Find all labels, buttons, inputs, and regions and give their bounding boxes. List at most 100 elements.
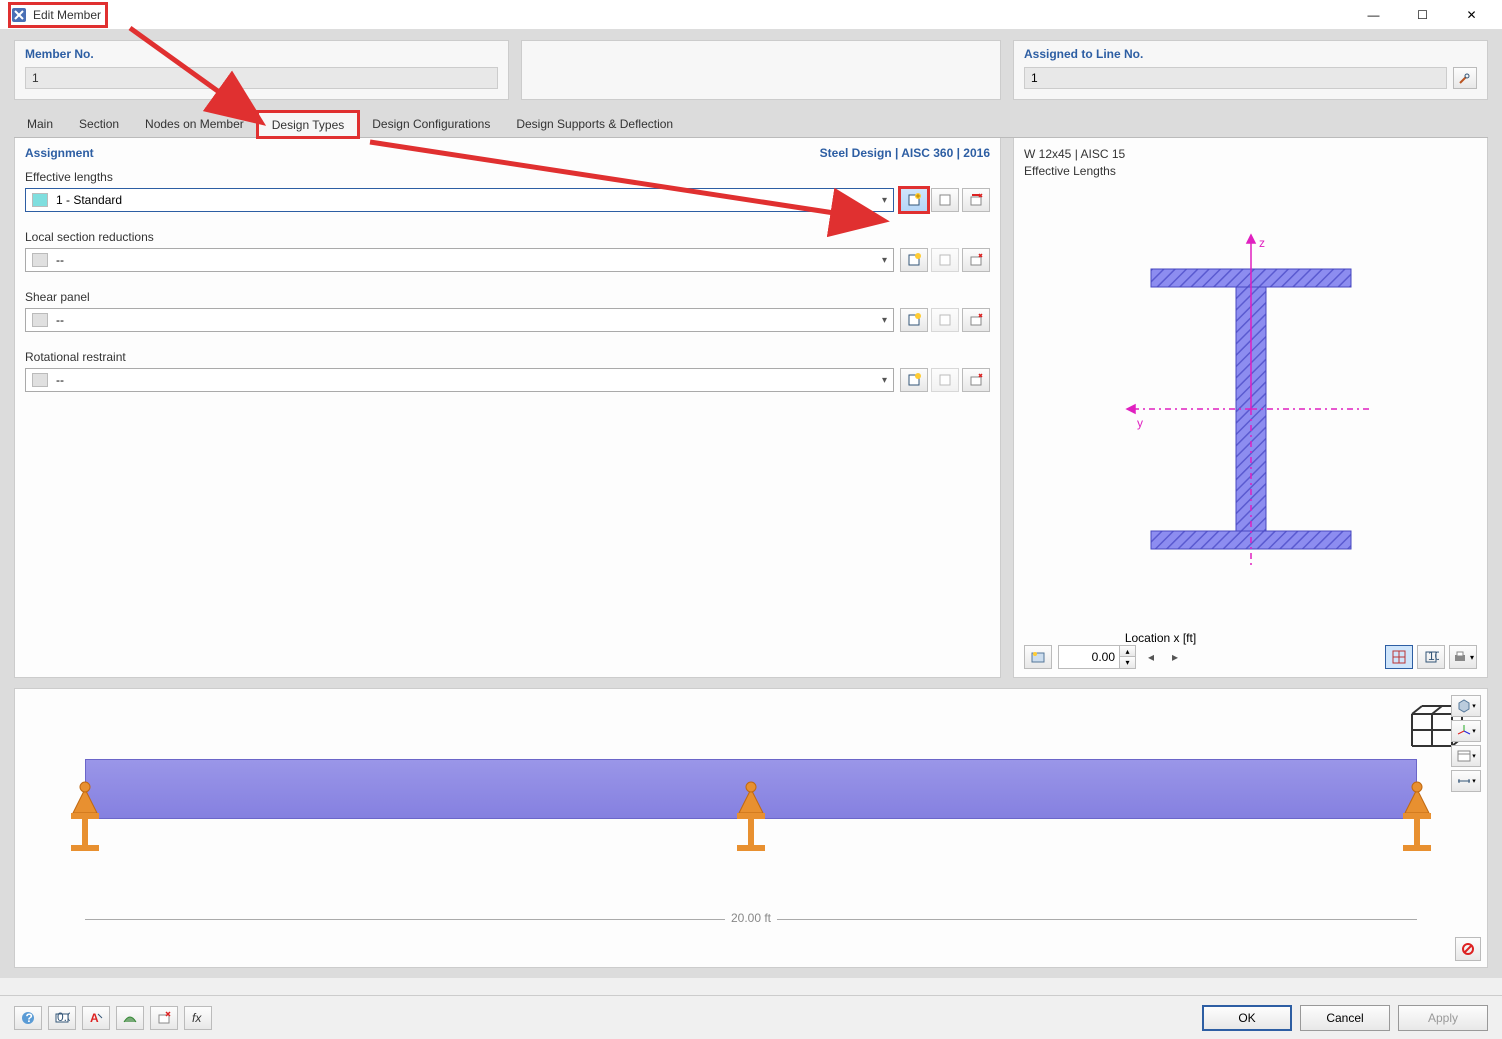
- view3d-display-button[interactable]: ▾: [1451, 745, 1481, 767]
- local-section-reductions-value: --: [56, 253, 64, 267]
- chevron-down-icon: ▾: [882, 255, 887, 266]
- shear-panel-value: --: [56, 313, 64, 327]
- shade-button[interactable]: [116, 1006, 144, 1030]
- assigned-input[interactable]: [1024, 67, 1447, 89]
- titlebar: Edit Member — ☐ ✕: [0, 0, 1502, 30]
- color-swatch-icon: [32, 253, 48, 267]
- ok-button[interactable]: OK: [1202, 1005, 1292, 1031]
- view3d-toolbar: ▾ ▾ ▾ ▾: [1451, 695, 1481, 792]
- field-effective-lengths: Effective lengths 1 - Standard ▾: [25, 170, 990, 212]
- tab-design-config[interactable]: Design Configurations: [359, 110, 503, 137]
- field-local-section-reductions: Local section reductions -- ▾: [25, 230, 990, 272]
- units-button[interactable]: 0.00: [48, 1006, 76, 1030]
- view-mode-2-button[interactable]: 100: [1417, 645, 1445, 669]
- section-subtitle: Effective Lengths: [1024, 163, 1477, 180]
- view-mode-1-button[interactable]: [1385, 645, 1413, 669]
- location-spinner[interactable]: ▴▾: [1058, 645, 1136, 669]
- chevron-down-icon: ▾: [882, 195, 887, 206]
- delete-shear-panel-button[interactable]: [962, 308, 990, 332]
- tab-design-supports[interactable]: Design Supports & Deflection: [503, 110, 686, 137]
- bottom-bar: ? 0.00 A fx OK Cancel Apply: [0, 995, 1502, 1039]
- dimension-text: 20.00 ft: [725, 911, 777, 925]
- location-prev-button[interactable]: ◂: [1142, 645, 1160, 669]
- pick-line-button[interactable]: [1453, 67, 1477, 89]
- section-canvas: z y: [1024, 188, 1477, 631]
- field-shear-panel: Shear panel -- ▾: [25, 290, 990, 332]
- shear-panel-label: Shear panel: [25, 290, 990, 304]
- delete-rotational-restraint-button[interactable]: [962, 368, 990, 392]
- header-blank-panel: [521, 40, 1001, 100]
- view3d-panel[interactable]: 20.00 ft ▾ ▾ ▾ ▾: [14, 688, 1488, 968]
- tab-main[interactable]: Main: [14, 110, 66, 137]
- effective-lengths-dropdown[interactable]: 1 - Standard ▾: [25, 188, 894, 212]
- color-swatch-icon: [32, 313, 48, 327]
- view3d-axes-button[interactable]: ▾: [1451, 720, 1481, 742]
- view3d-cube-button[interactable]: ▾: [1451, 695, 1481, 717]
- member-no-label: Member No.: [25, 47, 498, 61]
- svg-text:fx: fx: [192, 1011, 202, 1025]
- close-button[interactable]: ✕: [1449, 0, 1494, 30]
- color-swatch-icon: [32, 373, 48, 387]
- help-button[interactable]: ?: [14, 1006, 42, 1030]
- location-next-button[interactable]: ▸: [1166, 645, 1184, 669]
- member-no-input[interactable]: [25, 67, 498, 89]
- new-shear-panel-button[interactable]: [900, 308, 928, 332]
- rotational-restraint-label: Rotational restraint: [25, 350, 990, 364]
- new-effective-length-button[interactable]: [900, 188, 928, 212]
- axis-z-label: z: [1259, 236, 1265, 250]
- color-swatch-icon: [32, 193, 48, 207]
- chevron-down-icon: ▾: [882, 375, 887, 386]
- new-lsr-button[interactable]: [900, 248, 928, 272]
- tab-design-types[interactable]: Design Types: [257, 111, 360, 138]
- clear-button[interactable]: [150, 1006, 178, 1030]
- svg-text:?: ?: [26, 1011, 33, 1025]
- effective-lengths-label: Effective lengths: [25, 170, 990, 184]
- preview-settings-button[interactable]: [1024, 645, 1052, 669]
- svg-text:A: A: [90, 1011, 99, 1025]
- shear-panel-dropdown[interactable]: -- ▾: [25, 308, 894, 332]
- maximize-button[interactable]: ☐: [1400, 0, 1445, 30]
- view3d-dimension-button[interactable]: ▾: [1451, 770, 1481, 792]
- support-right: [1397, 779, 1437, 859]
- chevron-down-icon: ▾: [882, 315, 887, 326]
- delete-lsr-button[interactable]: [962, 248, 990, 272]
- location-label: Location x [ft]: [844, 631, 1477, 645]
- tab-section[interactable]: Section: [66, 110, 132, 137]
- apply-button: Apply: [1398, 1005, 1488, 1031]
- edit-rotational-restraint-button: [931, 368, 959, 392]
- svg-text:0.00: 0.00: [57, 1010, 70, 1024]
- rotational-restraint-dropdown[interactable]: -- ▾: [25, 368, 894, 392]
- view3d-row: 20.00 ft ▾ ▾ ▾ ▾: [0, 688, 1502, 978]
- effective-lengths-value: 1 - Standard: [56, 193, 122, 207]
- assignment-heading: Assignment: [25, 146, 94, 160]
- assignment-code: Steel Design | AISC 360 | 2016: [820, 146, 990, 160]
- cancel-button[interactable]: Cancel: [1300, 1005, 1390, 1031]
- assignment-pane: Assignment Steel Design | AISC 360 | 201…: [14, 138, 1001, 678]
- spinner-up[interactable]: ▴: [1119, 646, 1135, 657]
- local-section-reductions-label: Local section reductions: [25, 230, 990, 244]
- main-row: Assignment Steel Design | AISC 360 | 201…: [0, 138, 1502, 688]
- view3d-reset-button[interactable]: [1455, 937, 1481, 961]
- member-no-panel: Member No.: [14, 40, 509, 100]
- delete-effective-length-button[interactable]: [962, 188, 990, 212]
- minimize-button[interactable]: —: [1351, 0, 1396, 30]
- edit-shear-panel-button: [931, 308, 959, 332]
- app-icon: [11, 7, 27, 23]
- field-rotational-restraint: Rotational restraint -- ▾: [25, 350, 990, 392]
- assigned-panel: Assigned to Line No.: [1013, 40, 1488, 100]
- tabs-row: Main Section Nodes on Member Design Type…: [0, 110, 1502, 138]
- new-rotational-restraint-button[interactable]: [900, 368, 928, 392]
- location-input[interactable]: [1059, 646, 1119, 668]
- print-button[interactable]: ▾: [1449, 645, 1477, 669]
- edit-effective-length-button[interactable]: [931, 188, 959, 212]
- window-title: Edit Member: [33, 8, 101, 22]
- tab-nodes[interactable]: Nodes on Member: [132, 110, 257, 137]
- spinner-down[interactable]: ▾: [1119, 657, 1135, 668]
- svg-text:100: 100: [1428, 649, 1439, 663]
- preview-pane: W 12x45 | AISC 15 Effective Lengths: [1013, 138, 1488, 678]
- formula-button[interactable]: fx: [184, 1006, 212, 1030]
- assigned-label: Assigned to Line No.: [1024, 47, 1477, 61]
- header-row: Member No. Assigned to Line No.: [0, 30, 1502, 110]
- label-button[interactable]: A: [82, 1006, 110, 1030]
- local-section-reductions-dropdown[interactable]: -- ▾: [25, 248, 894, 272]
